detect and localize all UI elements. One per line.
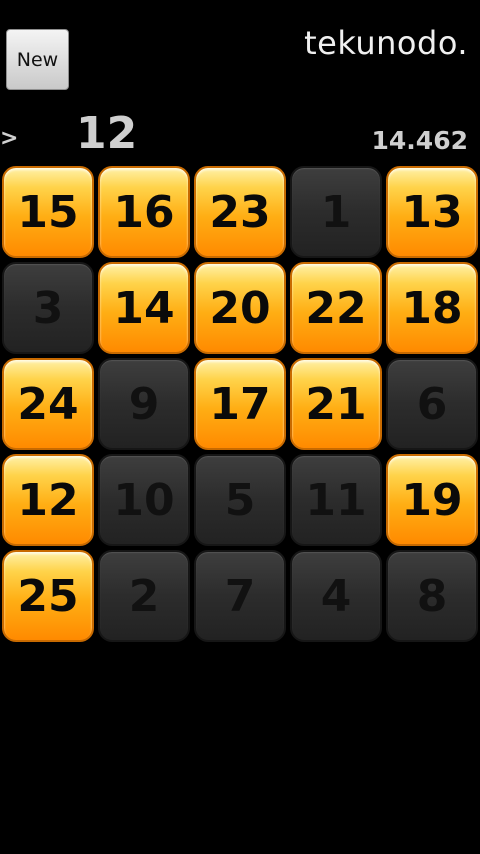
number-tile-24[interactable]: 24 xyxy=(2,358,94,450)
number-tile-18[interactable]: 18 xyxy=(386,262,478,354)
number-tile-25[interactable]: 25 xyxy=(2,550,94,642)
number-tile-11[interactable]: 11 xyxy=(290,454,382,546)
number-tile-15[interactable]: 15 xyxy=(2,166,94,258)
number-tile-3[interactable]: 3 xyxy=(2,262,94,354)
next-prompt-indicator: > xyxy=(0,126,19,151)
number-tile-7[interactable]: 7 xyxy=(194,550,286,642)
number-tile-1[interactable]: 1 xyxy=(290,166,382,258)
number-tile-4[interactable]: 4 xyxy=(290,550,382,642)
number-tile-17[interactable]: 17 xyxy=(194,358,286,450)
number-tile-23[interactable]: 23 xyxy=(194,166,286,258)
number-tile-20[interactable]: 20 xyxy=(194,262,286,354)
number-tile-5[interactable]: 5 xyxy=(194,454,286,546)
header-bar: New tekunodo. xyxy=(0,0,480,110)
number-tile-6[interactable]: 6 xyxy=(386,358,478,450)
number-tile-13[interactable]: 13 xyxy=(386,166,478,258)
number-tile-9[interactable]: 9 xyxy=(98,358,190,450)
number-tile-14[interactable]: 14 xyxy=(98,262,190,354)
elapsed-timer: 14.462 xyxy=(371,126,468,155)
number-tile-22[interactable]: 22 xyxy=(290,262,382,354)
number-tile-21[interactable]: 21 xyxy=(290,358,382,450)
next-target-number: 12 xyxy=(76,108,138,159)
number-tile-19[interactable]: 19 xyxy=(386,454,478,546)
app-logo: tekunodo. xyxy=(304,24,468,62)
game-board: 15 16 23 1 13 3 14 20 22 18 24 9 17 21 6 12 10 5 11 19 25 2 7 4… xyxy=(2,166,480,642)
number-tile-10[interactable]: 10 xyxy=(98,454,190,546)
number-tile-8[interactable]: 8 xyxy=(386,550,478,642)
number-tile-16[interactable]: 16 xyxy=(98,166,190,258)
new-game-button[interactable]: New xyxy=(6,29,69,90)
number-tile-12[interactable]: 12 xyxy=(2,454,94,546)
number-tile-2[interactable]: 2 xyxy=(98,550,190,642)
